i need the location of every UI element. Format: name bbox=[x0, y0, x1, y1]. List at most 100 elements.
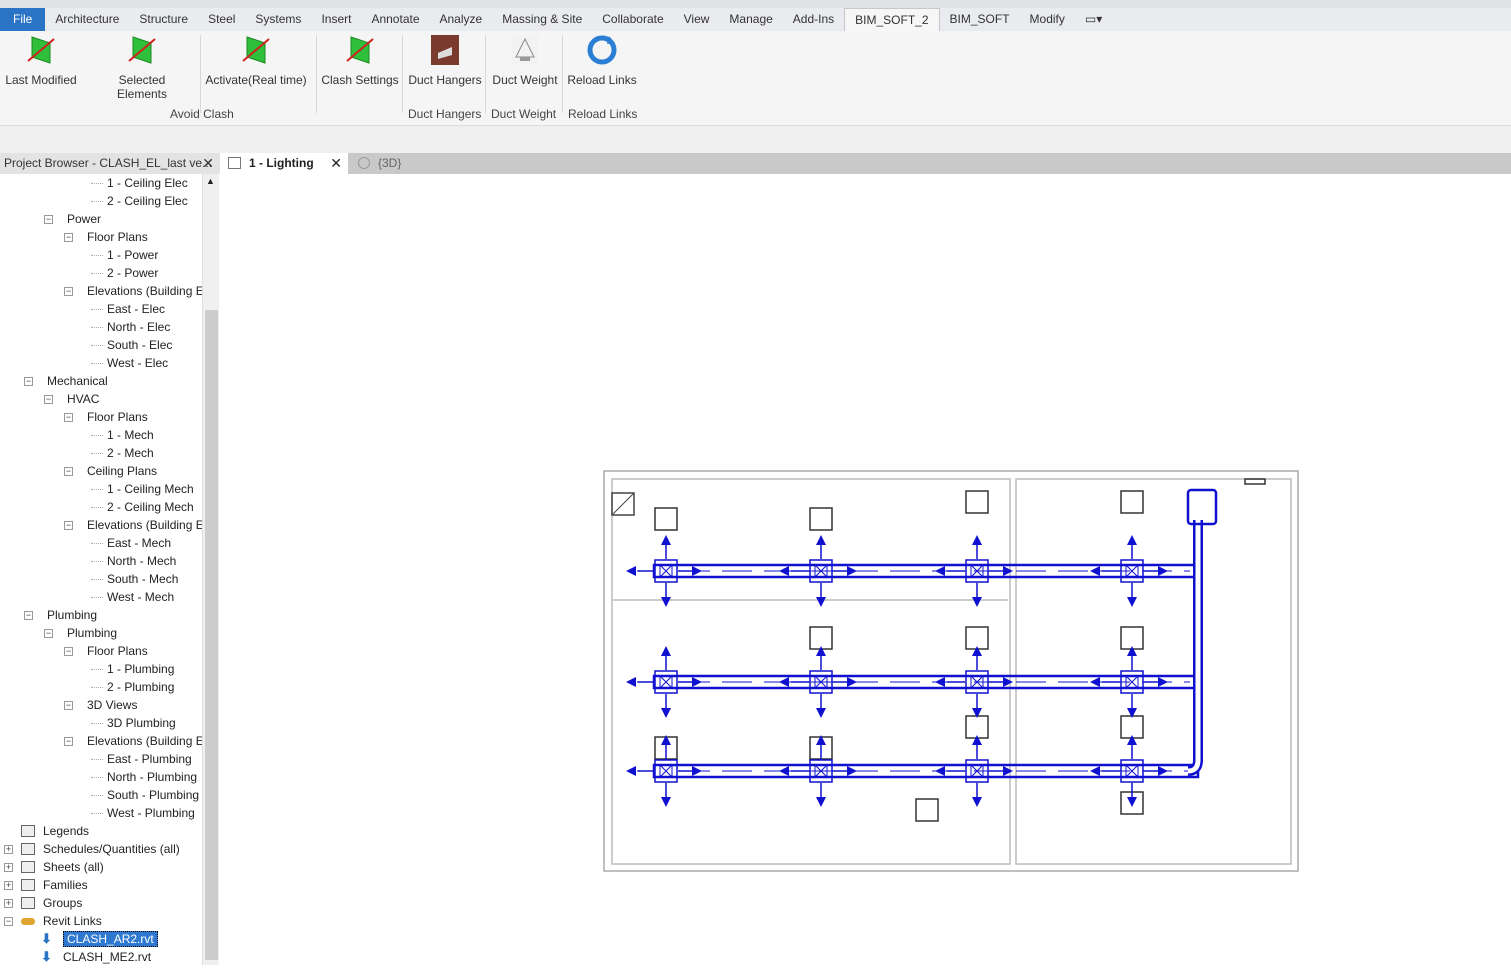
tree-item[interactable]: 2 - Power bbox=[91, 264, 158, 282]
reload-links-button[interactable]: Reload Links bbox=[566, 33, 638, 87]
tree-item[interactable]: − Elevations (Building E bbox=[64, 282, 202, 300]
tree-item[interactable]: East - Elec bbox=[91, 300, 165, 318]
collapse-icon[interactable]: − bbox=[64, 467, 73, 476]
tree-item[interactable]: − Floor Plans bbox=[64, 408, 148, 426]
close-icon[interactable]: ✕ bbox=[330, 153, 342, 174]
collapse-icon[interactable]: − bbox=[64, 521, 73, 530]
tab-structure[interactable]: Structure bbox=[129, 8, 198, 31]
tab-add-ins[interactable]: Add-Ins bbox=[783, 8, 844, 31]
collapse-icon[interactable]: − bbox=[44, 215, 53, 224]
tab-collaborate[interactable]: Collaborate bbox=[592, 8, 673, 31]
tree-item[interactable]: 1 - Ceiling Mech bbox=[91, 480, 194, 498]
quick-access-dropdown-icon[interactable]: ▭▾ bbox=[1075, 8, 1112, 31]
tab-massing-site[interactable]: Massing & Site bbox=[492, 8, 592, 31]
drawing-canvas[interactable] bbox=[220, 174, 1511, 965]
tab-3d[interactable]: {3D} bbox=[350, 153, 401, 174]
clash-icon bbox=[239, 33, 273, 67]
activate-real-time-button[interactable]: Activate(Real time) bbox=[204, 33, 308, 87]
scroll-up-icon[interactable]: ▲ bbox=[206, 176, 215, 186]
tree-item[interactable]: − Mechanical bbox=[24, 372, 108, 390]
collapse-icon[interactable]: − bbox=[64, 737, 73, 746]
fixture bbox=[1244, 478, 1266, 485]
tree-item[interactable]: ⬇ CLASH_ME2.rvt bbox=[41, 948, 151, 965]
tree-item[interactable]: East - Mech bbox=[91, 534, 171, 552]
tree-item[interactable]: 3D Plumbing bbox=[91, 714, 176, 732]
tree-item[interactable]: 1 - Mech bbox=[91, 426, 154, 444]
tree-item[interactable]: South - Plumbing bbox=[91, 786, 199, 804]
close-icon[interactable]: ✕ bbox=[202, 153, 214, 174]
tree-item[interactable]: Legends bbox=[21, 822, 89, 840]
expand-icon[interactable]: + bbox=[4, 845, 13, 854]
scrollbar[interactable]: ▲ bbox=[202, 174, 219, 965]
collapse-icon[interactable]: − bbox=[64, 413, 73, 422]
tab-systems[interactable]: Systems bbox=[245, 8, 311, 31]
collapse-icon[interactable]: − bbox=[64, 701, 73, 710]
tree-line bbox=[91, 777, 103, 778]
button-label: Clash Settings bbox=[321, 73, 399, 87]
tree-item[interactable]: − Ceiling Plans bbox=[64, 462, 157, 480]
tab-analyze[interactable]: Analyze bbox=[430, 8, 493, 31]
collapse-icon[interactable]: − bbox=[44, 395, 53, 404]
tree-item[interactable]: 2 - Ceiling Mech bbox=[91, 498, 194, 516]
tree-item[interactable]: South - Elec bbox=[91, 336, 172, 354]
tree-item[interactable]: − Floor Plans bbox=[64, 228, 148, 246]
tree-item[interactable]: 2 - Plumbing bbox=[91, 678, 174, 696]
tree-item[interactable]: − Revit Links bbox=[4, 912, 102, 930]
selected-elements-button[interactable]: Selected Elements bbox=[92, 33, 192, 101]
tree-item[interactable]: West - Mech bbox=[91, 588, 174, 606]
tree-item[interactable]: South - Mech bbox=[91, 570, 178, 588]
tab-modify[interactable]: Modify bbox=[1020, 8, 1075, 31]
tree-item[interactable]: North - Plumbing bbox=[91, 768, 197, 786]
tree-item[interactable]: − Elevations (Building E bbox=[64, 732, 202, 750]
floor-plan-drawing[interactable] bbox=[220, 174, 1511, 965]
tree-item[interactable]: North - Mech bbox=[91, 552, 176, 570]
collapse-icon[interactable]: − bbox=[24, 377, 33, 386]
tree-item[interactable]: − Plumbing bbox=[44, 624, 117, 642]
collapse-icon[interactable]: − bbox=[64, 233, 73, 242]
tree-item[interactable]: 1 - Ceiling Elec bbox=[91, 174, 188, 192]
tree-item[interactable]: + Schedules/Quantities (all) bbox=[4, 840, 180, 858]
tree-item[interactable]: 2 - Ceiling Elec bbox=[91, 192, 188, 210]
tree-item[interactable]: ⬇ CLASH_AR2.rvt bbox=[41, 930, 158, 948]
scroll-thumb[interactable] bbox=[205, 310, 218, 960]
tree-item[interactable]: West - Plumbing bbox=[91, 804, 195, 822]
tab-annotate[interactable]: Annotate bbox=[361, 8, 429, 31]
tab-bim-soft[interactable]: BIM_SOFT bbox=[940, 8, 1020, 31]
tree-item[interactable]: − Elevations (Building E bbox=[64, 516, 202, 534]
tab-manage[interactable]: Manage bbox=[719, 8, 782, 31]
tree-item[interactable]: + Groups bbox=[4, 894, 82, 912]
collapse-icon[interactable]: − bbox=[44, 629, 53, 638]
tab-1-lighting[interactable]: 1 - Lighting ✕ bbox=[220, 153, 348, 174]
last-modified-button[interactable]: Last Modified bbox=[4, 33, 78, 87]
tree-item[interactable]: 1 - Power bbox=[91, 246, 158, 264]
collapse-icon[interactable]: − bbox=[4, 917, 13, 926]
tree-item-label: 3D Plumbing bbox=[107, 716, 176, 730]
tree-item[interactable]: + Sheets (all) bbox=[4, 858, 104, 876]
tree-item[interactable]: − Power bbox=[44, 210, 101, 228]
duct-weight-button[interactable]: Duct Weight bbox=[489, 33, 561, 87]
duct-hangers-button[interactable]: Duct Hangers bbox=[406, 33, 484, 87]
tree-item[interactable]: − Floor Plans bbox=[64, 642, 148, 660]
tab-steel[interactable]: Steel bbox=[198, 8, 245, 31]
expand-icon[interactable]: + bbox=[4, 881, 13, 890]
expand-icon[interactable]: + bbox=[4, 863, 13, 872]
expand-icon[interactable]: + bbox=[4, 899, 13, 908]
tab-view[interactable]: View bbox=[674, 8, 720, 31]
tree-item[interactable]: West - Elec bbox=[91, 354, 168, 372]
collapse-icon[interactable]: − bbox=[24, 611, 33, 620]
clash-settings-button[interactable]: Clash Settings bbox=[320, 33, 400, 87]
collapse-icon[interactable]: − bbox=[64, 647, 73, 656]
tree-item[interactable]: − HVAC bbox=[44, 390, 99, 408]
tab-architecture[interactable]: Architecture bbox=[45, 8, 129, 31]
tab-bim-soft-2[interactable]: BIM_SOFT_2 bbox=[844, 8, 940, 31]
tab-file[interactable]: File bbox=[0, 8, 46, 31]
collapse-icon[interactable]: − bbox=[64, 287, 73, 296]
tree-item[interactable]: North - Elec bbox=[91, 318, 170, 336]
tree-item[interactable]: 2 - Mech bbox=[91, 444, 154, 462]
tree-item[interactable]: − 3D Views bbox=[64, 696, 137, 714]
tree-item[interactable]: + Families bbox=[4, 876, 88, 894]
tree-item[interactable]: East - Plumbing bbox=[91, 750, 192, 768]
tree-item[interactable]: 1 - Plumbing bbox=[91, 660, 174, 678]
tree-item[interactable]: − Plumbing bbox=[24, 606, 97, 624]
tab-insert[interactable]: Insert bbox=[311, 8, 361, 31]
